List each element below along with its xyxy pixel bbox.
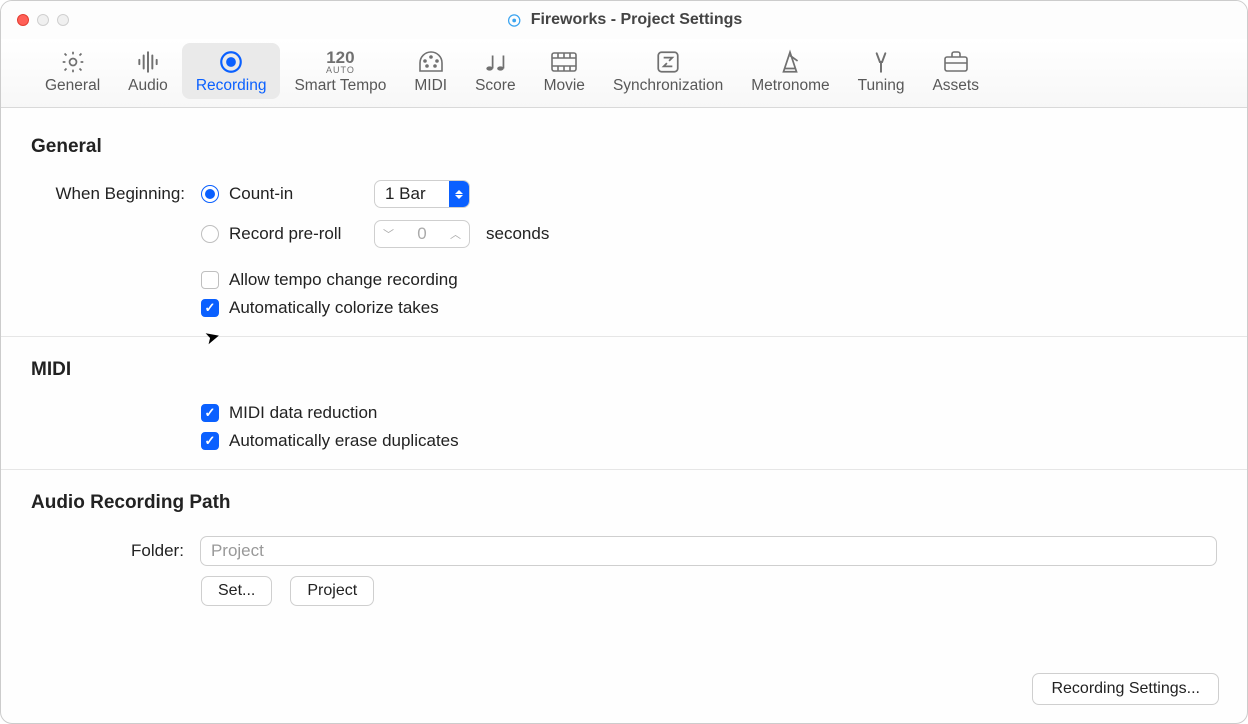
settings-window: Fireworks - Project Settings General Aud…: [0, 0, 1248, 724]
auto-colorize-label: Automatically colorize takes: [229, 298, 439, 318]
tab-score[interactable]: Score: [461, 43, 530, 99]
tab-label: Movie: [544, 77, 585, 95]
tab-label: Synchronization: [613, 77, 723, 95]
when-beginning-label: When Beginning:: [31, 184, 191, 204]
row-folder: Folder: Project: [31, 536, 1217, 566]
auto-erase-dup-checkbox[interactable]: [201, 432, 219, 450]
gear-icon: [60, 47, 86, 77]
count-in-label: Count-in: [229, 184, 364, 204]
content: General When Beginning: Count-in 1 Bar R…: [1, 108, 1247, 606]
window-title: Fireworks - Project Settings: [531, 11, 743, 29]
tab-label: General: [45, 77, 100, 95]
midi-data-reduction-checkbox[interactable]: [201, 404, 219, 422]
chevron-updown-icon: [449, 181, 469, 207]
folder-input[interactable]: Project: [200, 536, 1217, 566]
tab-smart-tempo[interactable]: 120 AUTO Smart Tempo: [280, 43, 400, 99]
tab-label: Smart Tempo: [294, 77, 386, 95]
tab-midi[interactable]: MIDI: [400, 43, 461, 99]
maximize-button[interactable]: [57, 14, 69, 26]
preroll-value: 0: [406, 224, 438, 244]
section-general-title: General: [31, 136, 1217, 158]
row-folder-buttons: Set... Project: [31, 576, 1217, 606]
window-title-wrap: Fireworks - Project Settings: [506, 11, 743, 29]
tempo-icon: 120 AUTO: [326, 47, 355, 77]
project-button[interactable]: Project: [290, 576, 374, 606]
section-midi-title: MIDI: [31, 359, 1217, 381]
tuning-fork-icon: [868, 47, 894, 77]
preroll-label: Record pre-roll: [229, 224, 364, 244]
tab-audio[interactable]: Audio: [114, 43, 182, 99]
auto-colorize-checkbox[interactable]: [201, 299, 219, 317]
film-icon: [550, 47, 578, 77]
minimize-button[interactable]: [37, 14, 49, 26]
record-icon: [218, 47, 244, 77]
tab-label: Tuning: [858, 77, 905, 95]
count-in-select[interactable]: 1 Bar: [374, 180, 470, 208]
tab-label: Assets: [932, 77, 979, 95]
toolbar: General Audio Recording 120 AUTO Smart T…: [1, 39, 1247, 108]
traffic-lights: [17, 14, 69, 26]
auto-erase-dup-label: Automatically erase duplicates: [229, 431, 459, 451]
close-button[interactable]: [17, 14, 29, 26]
folder-value: Project: [211, 541, 264, 561]
folder-label: Folder:: [31, 541, 190, 561]
divider: [1, 336, 1247, 337]
tab-label: Metronome: [751, 77, 829, 95]
tab-tuning[interactable]: Tuning: [844, 43, 919, 99]
preroll-stepper[interactable]: ﹀ 0 ︿: [374, 220, 470, 248]
recording-settings-button[interactable]: Recording Settings...: [1032, 673, 1219, 705]
waveform-icon: [135, 47, 161, 77]
divider: [1, 469, 1247, 470]
metronome-icon: [777, 47, 803, 77]
app-icon: [506, 12, 523, 29]
section-audio-path-title: Audio Recording Path: [31, 492, 1217, 514]
footer: Recording Settings...: [1032, 673, 1219, 705]
count-in-value: 1 Bar: [385, 184, 449, 204]
row-preroll: Record pre-roll ﹀ 0 ︿ seconds: [31, 220, 1217, 248]
titlebar: Fireworks - Project Settings: [1, 1, 1247, 39]
tab-metronome[interactable]: Metronome: [737, 43, 843, 99]
chevron-down-icon[interactable]: ﹀: [383, 226, 394, 242]
row-erase-dup: Automatically erase duplicates: [31, 431, 1217, 451]
midi-data-reduction-label: MIDI data reduction: [229, 403, 377, 423]
notes-icon: [482, 47, 508, 77]
tab-label: Recording: [196, 77, 267, 95]
row-allow-tempo: Allow tempo change recording: [31, 270, 1217, 290]
midi-icon: [417, 47, 445, 77]
row-count-in: When Beginning: Count-in 1 Bar: [31, 180, 1217, 208]
sync-icon: [655, 47, 681, 77]
set-button[interactable]: Set...: [201, 576, 272, 606]
allow-tempo-label: Allow tempo change recording: [229, 270, 458, 290]
tab-recording[interactable]: Recording: [182, 43, 281, 99]
tab-label: Audio: [128, 77, 168, 95]
tab-synchronization[interactable]: Synchronization: [599, 43, 737, 99]
tab-label: Score: [475, 77, 516, 95]
seconds-label: seconds: [486, 224, 549, 244]
row-auto-colorize: Automatically colorize takes: [31, 298, 1217, 318]
allow-tempo-checkbox[interactable]: [201, 271, 219, 289]
briefcase-icon: [942, 47, 970, 77]
chevron-up-icon[interactable]: ︿: [450, 226, 461, 242]
preroll-radio[interactable]: [201, 225, 219, 243]
row-midi-reduction: MIDI data reduction: [31, 403, 1217, 423]
tab-movie[interactable]: Movie: [530, 43, 599, 99]
tab-general[interactable]: General: [31, 43, 114, 99]
count-in-radio[interactable]: [201, 185, 219, 203]
tab-assets[interactable]: Assets: [918, 43, 993, 99]
tab-label: MIDI: [414, 77, 447, 95]
